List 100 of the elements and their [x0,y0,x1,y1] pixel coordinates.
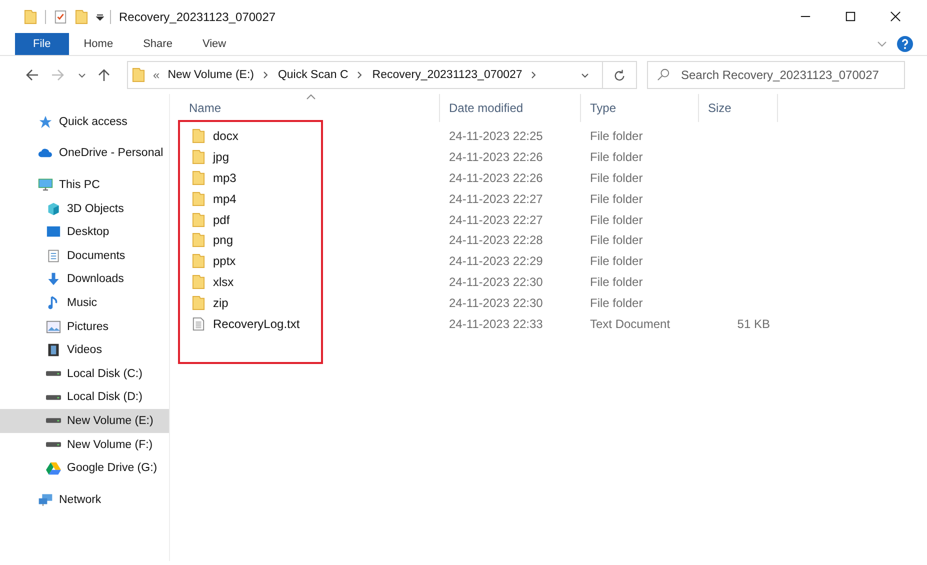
file-name-text: mp3 [213,170,236,185]
type-cell-text: File folder [589,149,644,166]
file-name-text: zip [213,296,228,310]
drive-icon [46,418,61,424]
search-field[interactable]: Search Recovery_20231123_070027 [647,61,905,89]
column-header[interactable]: Size [699,94,778,122]
sidebar-item[interactable]: OneDrive - Personal [0,142,169,166]
type-cell-text: File folder [589,128,644,146]
ribbon-tab[interactable]: Share [128,33,188,55]
folder-icon [192,294,205,311]
date-cell-text: 24-11-2023 22:27 [448,212,544,229]
type-cell-text: File folder [589,253,644,270]
sidebar-item[interactable]: Network [0,488,169,512]
folder-icon [192,253,205,270]
drive-icon [46,371,61,376]
sidebar-item[interactable]: Videos [0,338,169,362]
sidebar-item[interactable]: Music [0,291,169,315]
date-cell-text: 24-11-2023 22:30 [448,294,544,312]
file-name[interactable]: docx [180,126,440,147]
download-icon [46,272,61,286]
file-name-text: pptx [213,254,236,268]
folder-icon [132,67,145,83]
file-name[interactable]: zip [180,292,440,314]
date-cell-text: 24-11-2023 22:27 [448,190,544,208]
breadcrumb[interactable]: Quick Scan C [278,69,348,81]
file-name[interactable]: jpg [180,146,440,168]
ribbon-tab[interactable]: Home [68,33,128,55]
close-icon[interactable] [890,11,901,22]
drive-icon [46,394,61,400]
sidebar-item[interactable]: New Volume (F:) [0,432,169,456]
cube-icon [46,202,61,216]
file-name[interactable]: pptx [180,250,440,272]
help-icon[interactable] [897,36,913,52]
file-name-text: png [213,233,234,248]
document-icon [46,248,61,263]
folder-icon [192,212,205,228]
type-cell-text: File folder [589,190,644,208]
size-cell-text: 51 KB [736,316,771,333]
column-header[interactable]: Date modified [440,94,581,122]
file-name[interactable]: RecoveryLog.txt [180,313,440,334]
date-cell-text: 24-11-2023 22:28 [448,232,544,250]
sidebar-item[interactable]: Quick access [0,110,169,134]
desktop-icon [46,225,61,240]
type-cell-text: Text Document [589,316,672,333]
date-cell-text: 24-11-2023 22:25 [448,128,544,146]
sidebar-item[interactable]: Documents [0,244,169,268]
folder-icon [192,232,205,248]
file-name[interactable]: xlsx [180,272,440,292]
type-cell-text: File folder [589,212,644,229]
date-cell-text: 24-11-2023 22:26 [448,170,544,187]
window-title: Recovery_20231123_070027 [119,10,276,24]
film-icon [46,343,61,358]
dropdown-icon[interactable] [96,12,104,20]
back-arrow-icon[interactable] [25,68,39,82]
address-bar[interactable]: « New Volume (E:) Quick Scan C Recovery_20231123_070027 [127,61,637,89]
sort-up-icon [306,94,316,100]
overflow-chevron[interactable]: « [153,68,160,82]
file-name[interactable]: pdf [180,209,440,230]
chevron-right-icon[interactable] [262,71,270,79]
type-cell-text: File folder [589,232,644,250]
sidebar-item[interactable]: New Volume (E:) [0,409,169,433]
sidebar-item[interactable]: Downloads [0,268,169,292]
search-icon [657,68,670,81]
file-name-text: RecoveryLog.txt [213,316,300,331]
sidebar-item[interactable]: 3D Objects [0,196,169,220]
up-arrow-icon[interactable] [97,68,111,82]
folder-icon [192,128,205,144]
sidebar-item[interactable]: Local Disk (C:) [0,362,169,386]
file-name[interactable]: mp4 [180,188,440,210]
sidebar-item[interactable]: Google Drive (G:) [0,456,169,480]
refresh-icon[interactable] [613,68,626,82]
file-name-text: pdf [213,212,230,227]
date-cell-text: 24-11-2023 22:33 [448,316,544,333]
column-header[interactable]: Type [581,94,699,122]
folder-icon [192,170,205,186]
date-cell-text: 24-11-2023 22:26 [448,149,544,166]
chevron-right-icon[interactable] [356,71,364,79]
date-cell-text: 24-11-2023 22:29 [448,253,544,270]
chevron-right-icon[interactable] [530,71,538,79]
sidebar-item[interactable]: Desktop [0,220,169,244]
file-name-text: docx [213,129,238,144]
type-cell-text: File folder [589,170,644,187]
ribbon-tab[interactable]: File [15,33,69,55]
network-icon [38,492,53,507]
file-name-text: mp4 [213,192,236,206]
folder-icon [192,190,205,207]
ribbon-tab[interactable]: View [187,33,242,55]
folder-icon [192,274,205,290]
sidebar-item[interactable]: Pictures [0,314,169,338]
drive-icon [46,442,61,448]
sidebar-item[interactable]: Local Disk (D:) [0,386,169,410]
maximize-icon[interactable] [845,11,856,22]
breadcrumb[interactable]: Recovery_20231123_070027 [372,69,522,81]
type-cell-text: File folder [589,294,644,312]
breadcrumb[interactable]: New Volume (E:) [168,69,254,81]
sidebar-item[interactable]: This PC [0,173,169,197]
file-name[interactable]: mp3 [180,168,440,188]
type-cell-text: File folder [589,274,644,291]
column-header[interactable]: Name [180,94,440,122]
file-name[interactable]: png [180,230,440,251]
